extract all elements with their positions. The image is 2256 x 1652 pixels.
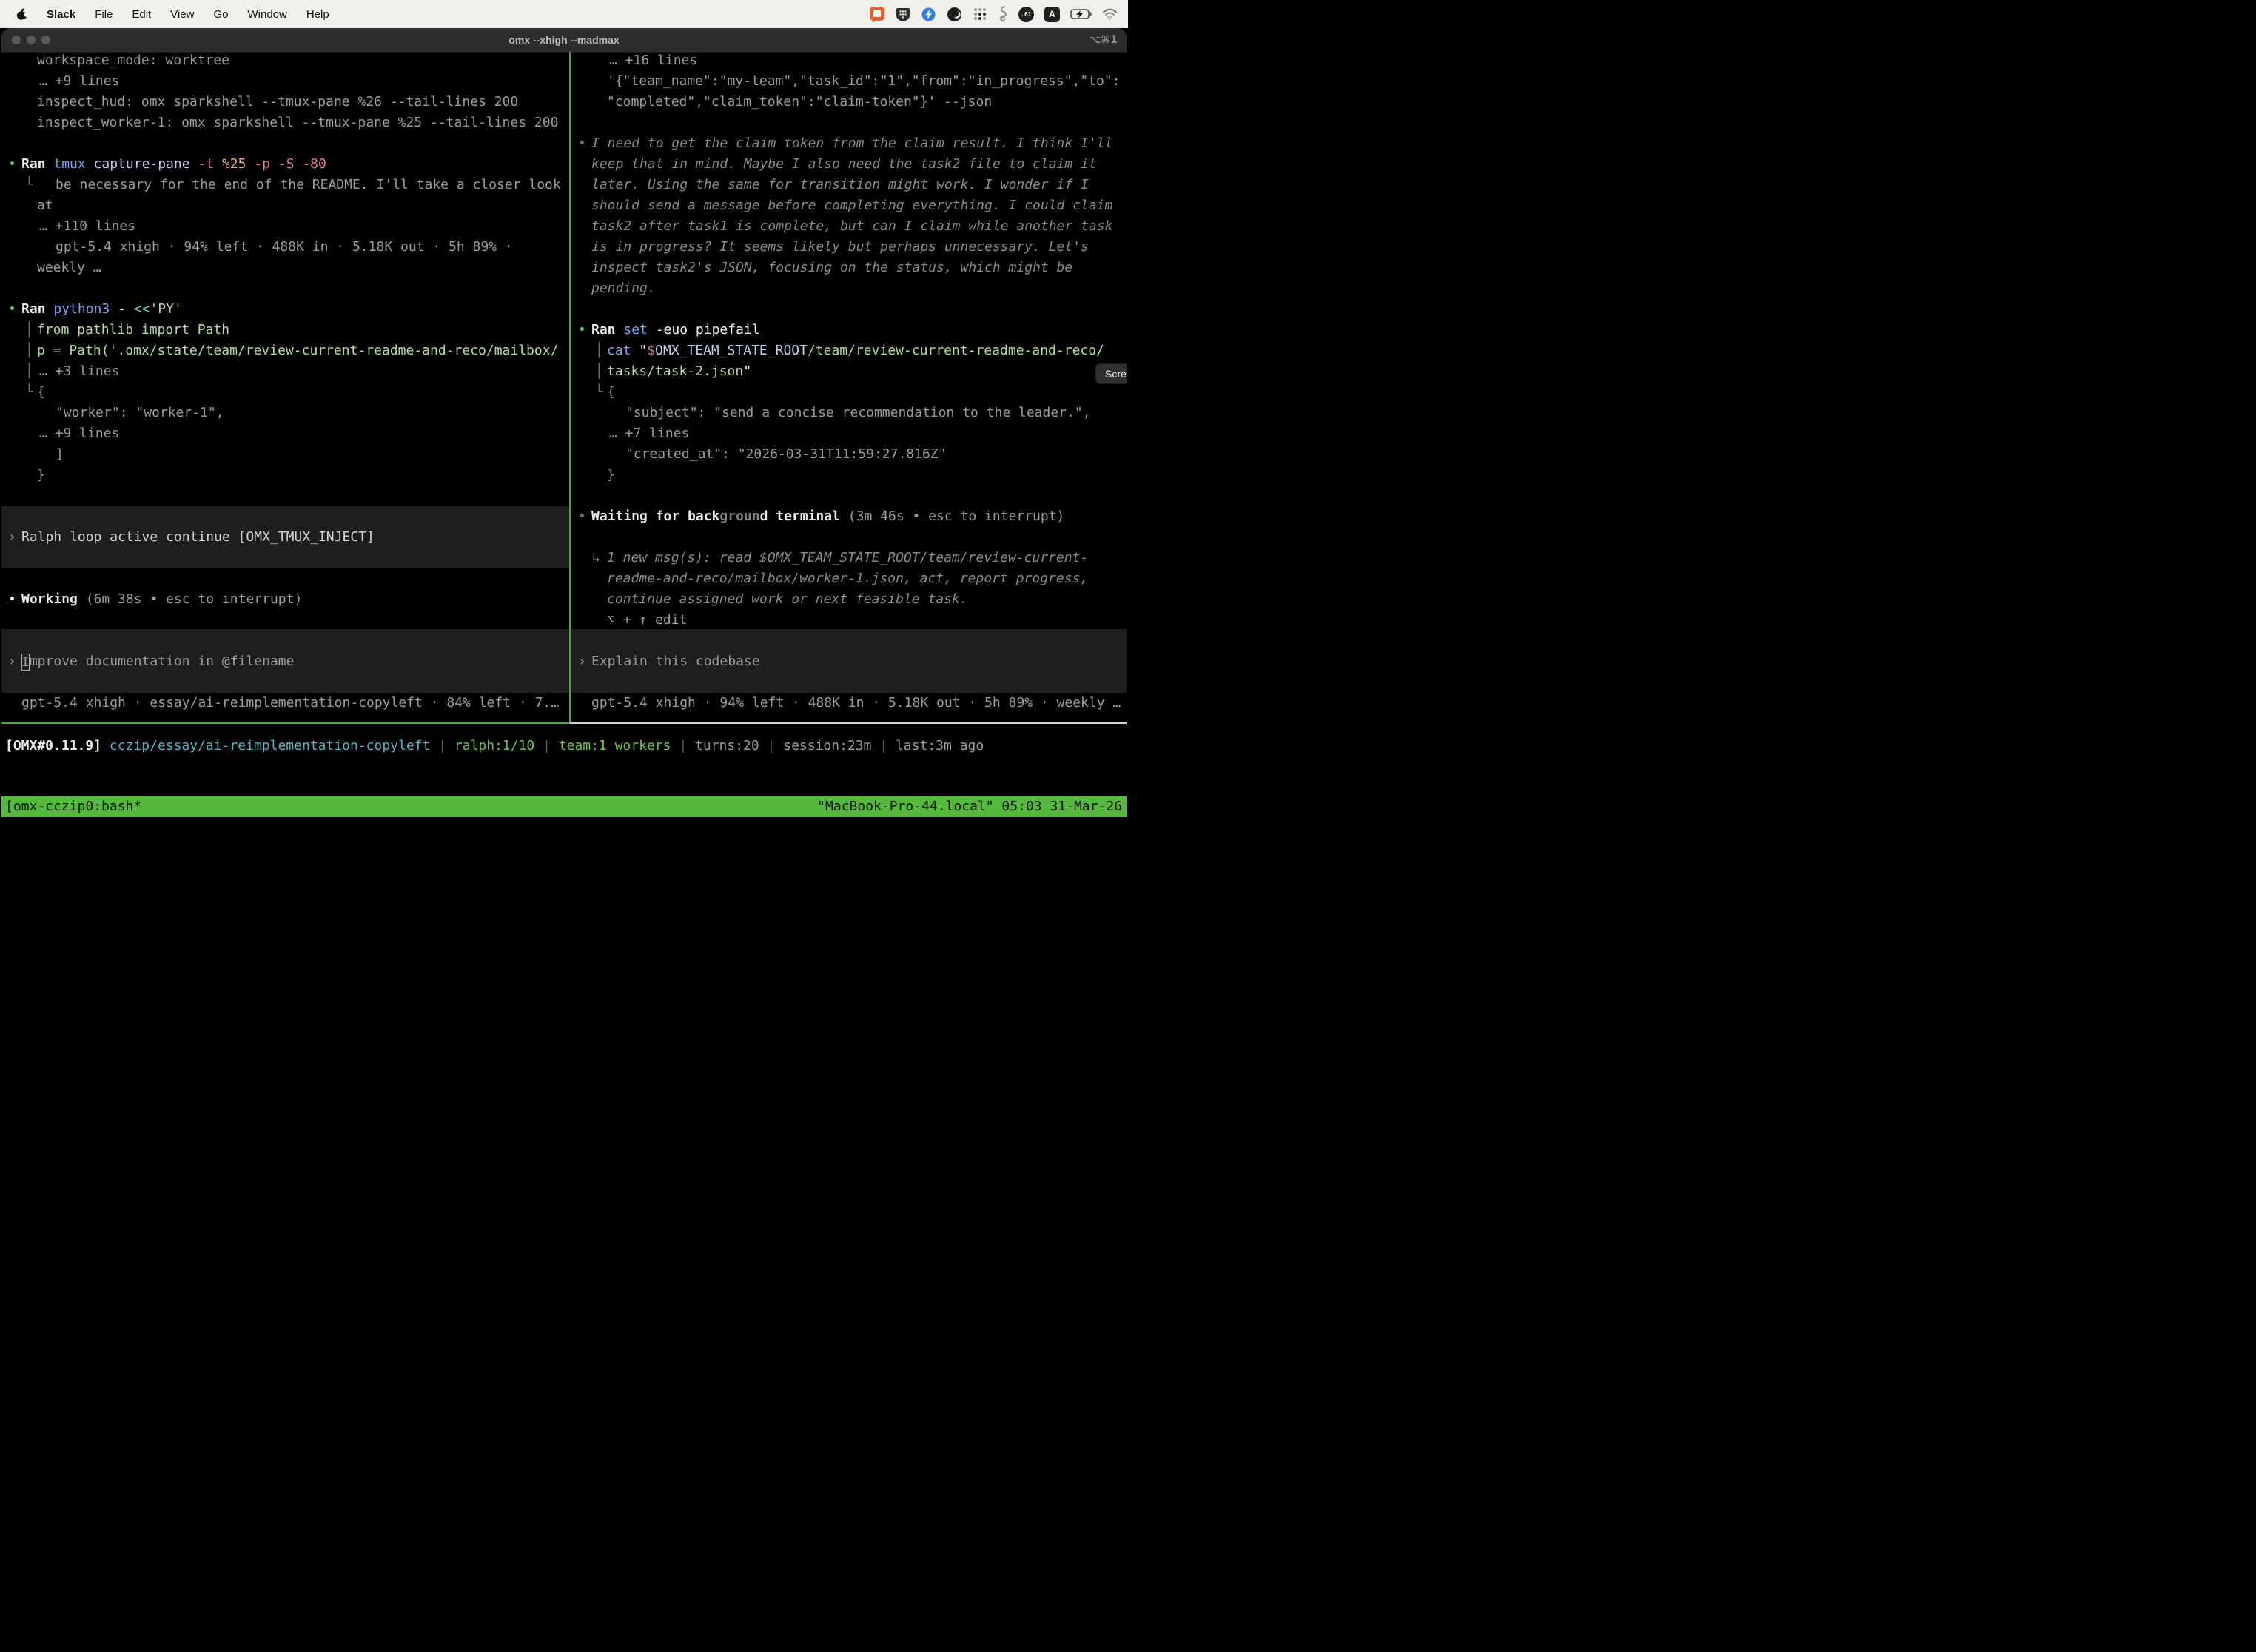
terminal-line: •I need to get the claim token from the …	[571, 133, 1127, 154]
pane-divider[interactable]	[569, 52, 571, 722]
terminal-line: gpt-5.4 xhigh · essay/ai-reimplementatio…	[1, 693, 570, 713]
terminal-line: later. Using the same for transition mig…	[571, 175, 1127, 195]
terminal-line: ⌥ + ↑ edit	[571, 610, 1127, 631]
lightning-badge-icon[interactable]	[921, 7, 936, 22]
terminal-line: •Working (6m 38s • esc to interrupt)	[1, 589, 570, 610]
terminal-line: "worker": "worker-1",	[1, 403, 570, 423]
terminal-line: … +9 lines	[1, 71, 570, 92]
screen-share-icon[interactable]	[869, 6, 885, 22]
terminal-line: }	[571, 465, 1127, 486]
terminal-line: inspect task2's JSON, focusing on the st…	[571, 258, 1127, 278]
terminal-line: is in progress? It seems likely but perh…	[571, 237, 1127, 258]
terminal-line: '{"team_name":"my-team","task_id":"1","f…	[571, 71, 1127, 92]
menu-app-name[interactable]: Slack	[47, 8, 75, 21]
terminal-line: }	[1, 465, 570, 486]
squiggle-icon[interactable]	[998, 6, 1008, 22]
terminal-line: │… +3 lines	[1, 361, 570, 382]
tmux-status-bar: [omx-cczip0:bash* "MacBook-Pro-44.local"…	[1, 796, 1127, 817]
terminal-line: inspect_hud: omx sparkshell --tmux-pane …	[1, 92, 570, 113]
menu-item-help[interactable]: Help	[306, 8, 329, 21]
menu-item-file[interactable]: File	[95, 8, 113, 21]
terminal-line: weekly …	[1, 258, 570, 278]
terminal-line: │from pathlib import Path	[1, 320, 570, 340]
terminal-line: should send a message before completing …	[571, 195, 1127, 216]
terminal-line: ↳1 new msg(s): read $OMX_TEAM_STATE_ROOT…	[571, 548, 1127, 568]
menu-item-view[interactable]: View	[170, 8, 194, 21]
terminal-line: •Ran tmux capture-pane -t %25 -p -S -80	[1, 154, 570, 175]
terminal-line: └be necessary for the end of the README.…	[1, 175, 570, 195]
terminal-line: "subject": "send a concise recommendatio…	[571, 403, 1127, 423]
terminal-window: omx --xhigh --madmax ⌥⌘1 workspace_mode:…	[1, 28, 1127, 826]
screen-tooltip: Scre	[1095, 363, 1127, 384]
terminal-line: readme-and-reco/mailbox/worker-1.json, a…	[571, 568, 1127, 589]
macos-menu-bar: Slack File Edit View Go Window Help	[0, 0, 1128, 28]
terminal-line: ›Explain this codebase	[571, 651, 1127, 672]
input-source-icon[interactable]: A	[1044, 7, 1060, 22]
terminal-line: at	[1, 195, 570, 216]
terminal-line: workspace_mode: worktree	[1, 50, 570, 71]
terminal-line: ›Improve documentation in @filename	[1, 651, 570, 672]
terminal-line: … +9 lines	[1, 423, 570, 444]
apple-menu-icon[interactable]	[16, 8, 27, 21]
terminal-line: … +7 lines	[571, 423, 1127, 444]
terminal-line: ]	[1, 444, 570, 465]
terminal-line: •Ran python3 - <<'PY'	[1, 299, 570, 320]
pane-border-bottom-left	[1, 722, 570, 724]
terminal-line: … +110 lines	[1, 216, 570, 237]
terminal-line: gpt-5.4 xhigh · 94% left · 488K in · 5.1…	[1, 237, 570, 258]
wifi-icon[interactable]	[1102, 8, 1118, 20]
terminal-line: │p = Path('.omx/state/team/review-curren…	[1, 340, 570, 361]
terminal-line: └{	[571, 382, 1127, 403]
pane-border-bottom-right	[570, 722, 1127, 724]
menu-item-go[interactable]: Go	[213, 8, 228, 21]
left-pane[interactable]: workspace_mode: worktree… +9 linesinspec…	[1, 28, 570, 826]
terminal-line: │cat "$OMX_TEAM_STATE_ROOT/team/review-c…	[571, 340, 1127, 361]
terminal-line: inspect_worker-1: omx sparkshell --tmux-…	[1, 113, 570, 133]
terminal-line: gpt-5.4 xhigh · 94% left · 488K in · 5.1…	[571, 693, 1127, 713]
terminal-line: •Waiting for background terminal (3m 46s…	[571, 506, 1127, 527]
tmux-session-label: [omx-cczip0:bash*	[5, 796, 141, 817]
crescent-icon[interactable]	[947, 7, 962, 22]
terminal-line: └{	[1, 382, 570, 403]
terminal-line: •Ran set -euo pipefail	[571, 320, 1127, 340]
terminal-line: task2 after task1 is complete, but can I…	[571, 216, 1127, 237]
menu-item-edit[interactable]: Edit	[132, 8, 151, 21]
right-pane[interactable]: … +16 lines'{"team_name":"my-team","task…	[571, 28, 1127, 826]
keypad-shield-icon[interactable]	[896, 7, 910, 22]
omx-status-line: [OMX#0.11.9] cczip/essay/ai-reimplementa…	[1, 736, 1127, 756]
terminal-line: pending.	[571, 278, 1127, 299]
battery-icon[interactable]	[1070, 9, 1092, 19]
dots-grid-icon[interactable]	[973, 7, 987, 21]
terminal-line: keep that in mind. Maybe I also need the…	[571, 154, 1127, 175]
terminal-line: continue assigned work or next feasible …	[571, 589, 1127, 610]
terminal-line: │tasks/task-2.json"	[571, 361, 1127, 382]
terminal-line: "created_at": "2026-03-31T11:59:27.816Z"	[571, 444, 1127, 465]
terminal-line: … +16 lines	[571, 50, 1127, 71]
tmux-host-clock: "MacBook-Pro-44.local" 05:03 31-Mar-26	[817, 796, 1122, 817]
terminal-line: "completed","claim_token":"claim-token"}…	[571, 92, 1127, 113]
menu-item-window[interactable]: Window	[248, 8, 287, 21]
terminal-line: ›Ralph loop active continue [OMX_TMUX_IN…	[1, 527, 570, 548]
percent-badge-icon[interactable]: ..61	[1018, 7, 1034, 22]
screen: Slack File Edit View Go Window Help	[0, 0, 1128, 826]
